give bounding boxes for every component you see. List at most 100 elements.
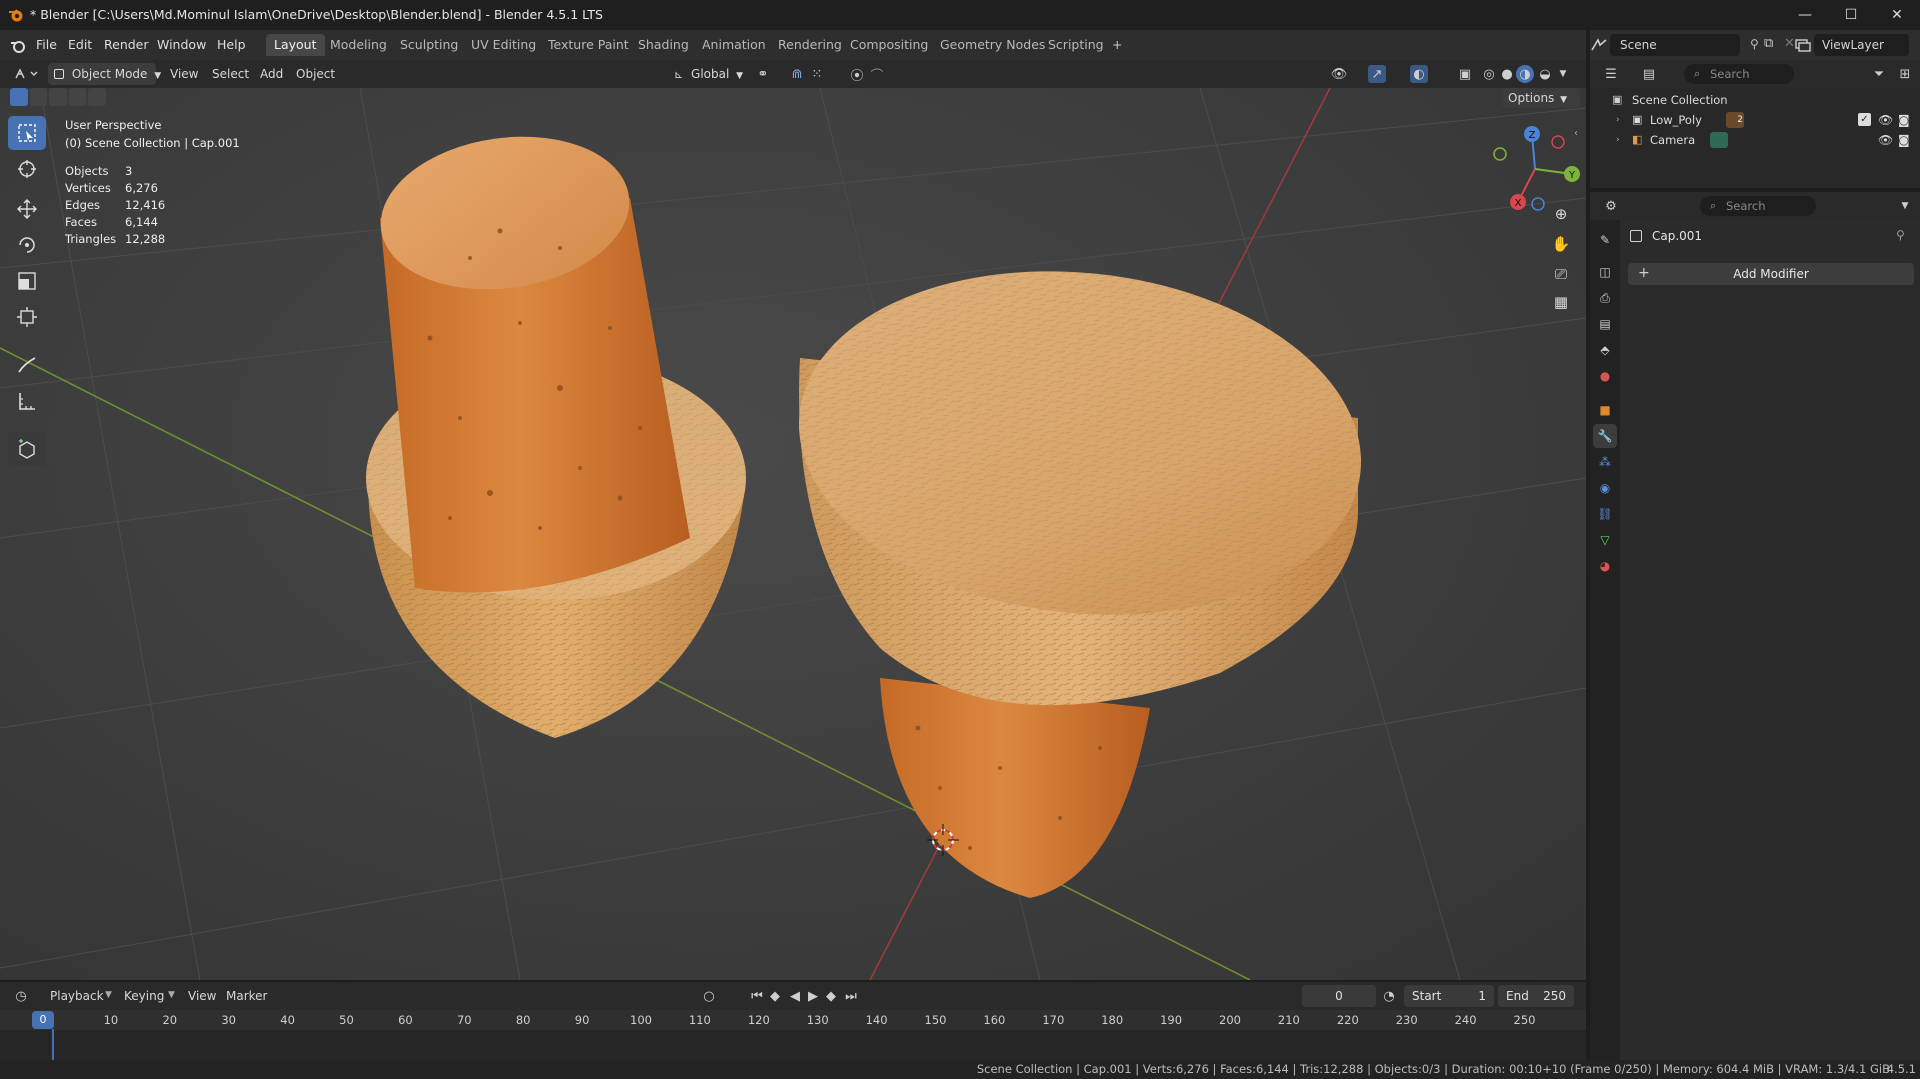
scene-selector[interactable]: Scene (1610, 34, 1740, 56)
properties-editor-icon[interactable]: ⚙ (1602, 197, 1620, 215)
outliner-row-scene-collection[interactable]: ▣ Scene Collection (1590, 90, 1920, 110)
transform-orientation-dropdown[interactable]: ⊾ Global ▼ (668, 63, 748, 85)
menu-object[interactable]: Object (290, 63, 341, 85)
eye-icon[interactable]: 👁 (1878, 130, 1893, 150)
jump-start-icon[interactable]: ⏮ (748, 987, 766, 1005)
close-button[interactable]: ✕ (1874, 0, 1920, 30)
select-intersect-icon[interactable] (88, 88, 106, 106)
outliner-row-camera[interactable]: › ◧ Camera 👁 ◙ (1590, 130, 1920, 150)
menu-keying[interactable]: Keying (118, 985, 170, 1007)
minimize-button[interactable]: — (1782, 0, 1828, 30)
select-extend-icon[interactable] (29, 88, 48, 106)
xray-icon[interactable]: ▣ (1456, 65, 1474, 83)
menu-file[interactable]: File (30, 30, 63, 60)
gizmo-toggle-icon[interactable]: ↗ (1368, 65, 1386, 83)
tab-scripting[interactable]: Scripting (1040, 34, 1112, 56)
auto-keying-icon[interactable]: ○ (700, 987, 718, 1005)
scene-pin-icon[interactable]: ⚲ (1750, 37, 1759, 51)
tab-object-icon[interactable]: ■ (1593, 398, 1617, 422)
pivot-point-icon[interactable]: ⚭ (754, 65, 772, 83)
falloff-icon[interactable]: ⌒ (868, 65, 886, 84)
filter-icon[interactable]: ⏷ (1870, 65, 1888, 83)
eye-icon[interactable]: 👁 (1878, 110, 1893, 130)
editor-type-button[interactable] (8, 63, 44, 85)
tab-compositing[interactable]: Compositing (842, 34, 936, 56)
menu-marker[interactable]: Marker (220, 985, 273, 1007)
menu-add[interactable]: Add (254, 63, 289, 85)
tab-physics-icon[interactable]: ◉ (1593, 476, 1617, 500)
jump-end-icon[interactable]: ⏭ (842, 987, 860, 1005)
shading-solid-icon[interactable]: ● (1498, 65, 1516, 83)
menu-view[interactable]: View (164, 63, 204, 85)
exclude-checkbox[interactable]: ✓ (1858, 113, 1871, 126)
end-frame-field[interactable]: End 250 (1498, 985, 1574, 1007)
tab-view-layer-icon[interactable]: ▤ (1593, 312, 1617, 336)
tab-layout[interactable]: Layout (266, 34, 325, 56)
tab-scene-icon[interactable]: ⬘ (1593, 338, 1617, 362)
tab-texture-paint[interactable]: Texture Paint (540, 34, 637, 56)
menu-window[interactable]: Window (151, 30, 212, 60)
shading-rendered-icon[interactable]: ◒ (1536, 65, 1554, 83)
snap-icon[interactable]: ⋒ (788, 65, 806, 83)
chevron-down-icon[interactable]: ▼ (1896, 197, 1914, 215)
playhead-frame-indicator[interactable]: 0 (32, 1011, 54, 1029)
cork-stopper-left[interactable] (366, 121, 746, 738)
options-dropdown[interactable]: Options ▼ (1502, 88, 1580, 108)
play-reverse-icon[interactable]: ◀ (786, 987, 804, 1005)
tool-scale[interactable] (8, 264, 46, 298)
tab-uv-editing[interactable]: UV Editing (463, 34, 544, 56)
3d-viewport[interactable]: User Perspective (0) Scene Collection | … (0, 88, 1586, 980)
tab-sculpting[interactable]: Sculpting (392, 34, 466, 56)
tool-transform[interactable] (8, 300, 46, 334)
timeline-editor-icon[interactable]: ◷ (12, 987, 30, 1005)
menu-render[interactable]: Render (98, 30, 155, 60)
add-workspace-button[interactable]: + (1104, 34, 1130, 56)
shading-options-icon[interactable]: ▼ (1554, 65, 1572, 83)
play-icon[interactable]: ▶ (804, 987, 822, 1005)
tool-rotate[interactable] (8, 228, 46, 262)
outliner-editor-icon[interactable]: ☰ (1602, 65, 1620, 83)
maximize-button[interactable]: ☐ (1828, 0, 1874, 30)
tab-animation[interactable]: Animation (694, 34, 774, 56)
tab-geometry-nodes[interactable]: Geometry Nodes (932, 34, 1053, 56)
menu-select[interactable]: Select (206, 63, 255, 85)
timeline[interactable]: 10 20 30 40 50 60 70 80 90 100 110 120 130 140 150 160 1… (0, 1010, 1586, 1060)
shading-material-icon[interactable]: ◑ (1516, 65, 1534, 83)
proportional-editing-icon[interactable]: ⦿ (848, 65, 866, 84)
pin-icon[interactable]: ⚲ (1896, 228, 1905, 242)
select-new-icon[interactable] (10, 88, 28, 106)
outliner-row-low-poly[interactable]: › ▣ Low_Poly 2 ✓ 👁 ◙ (1590, 110, 1920, 130)
tab-modeling[interactable]: Modeling (322, 34, 395, 56)
shading-wireframe-icon[interactable]: ◎ (1480, 65, 1498, 83)
expand-arrow-icon[interactable]: › (1616, 130, 1620, 150)
new-collection-icon[interactable]: ⊞ (1896, 65, 1914, 83)
tab-rendering[interactable]: Rendering (770, 34, 850, 56)
object-mode-dropdown[interactable]: Object Mode ▼ (48, 63, 161, 85)
tab-render-icon[interactable]: ◫ (1593, 260, 1617, 284)
new-scene-icon[interactable]: ⧉ (1764, 36, 1773, 51)
current-frame-field[interactable]: 0 (1302, 985, 1376, 1007)
tool-move[interactable] (8, 192, 46, 226)
render-camera-icon[interactable]: ◙ (1898, 130, 1910, 150)
ortho-toggle-button[interactable]: ▦ (1547, 288, 1575, 316)
tab-modifiers-icon[interactable]: 🔧 (1593, 424, 1617, 448)
display-mode-icon[interactable]: ▤ (1640, 65, 1658, 83)
menu-edit[interactable]: Edit (62, 30, 98, 60)
add-modifier-button[interactable]: + Add Modifier (1628, 263, 1914, 285)
tool-select-box[interactable] (8, 116, 46, 150)
visibility-icon[interactable]: 👁 (1330, 65, 1348, 83)
tool-add-cube[interactable] (8, 432, 46, 466)
jump-keyframe-back-icon[interactable]: ◆ (766, 987, 784, 1005)
menu-help[interactable]: Help (211, 30, 252, 60)
pan-view-button[interactable]: ✋ (1547, 230, 1575, 258)
snap-target-icon[interactable]: ⁙ (808, 65, 826, 83)
overlay-toggle-icon[interactable]: ◐ (1410, 65, 1428, 83)
blender-menu-icon[interactable] (10, 38, 26, 54)
select-invert-icon[interactable] (68, 88, 87, 106)
outliner-search-input[interactable]: Search (1684, 64, 1794, 84)
jump-keyframe-forward-icon[interactable]: ◆ (822, 987, 840, 1005)
tab-output-icon[interactable]: ⎙ (1593, 286, 1617, 310)
tab-material-icon[interactable]: ◕ (1593, 554, 1617, 578)
tool-annotate[interactable] (8, 348, 46, 382)
render-camera-icon[interactable]: ◙ (1898, 110, 1910, 130)
